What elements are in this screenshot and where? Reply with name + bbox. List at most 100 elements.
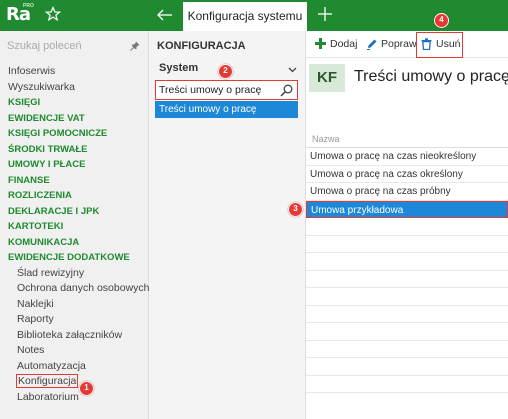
table-cell-nazwa: Umowa przykładowa	[311, 204, 404, 216]
sidebar-item-laboratorium[interactable]: Laboratorium	[8, 390, 148, 406]
table-row-empty	[306, 288, 508, 306]
pencil-icon	[367, 39, 377, 50]
sidebar-item-label: Infoserwis	[8, 65, 56, 77]
step-badge-4: 4	[434, 13, 449, 28]
table-row-empty	[306, 236, 508, 253]
sidebar-item-ochrona-danych[interactable]: Ochrona danych osobowych	[8, 281, 150, 297]
step-badge-2: 2	[218, 64, 233, 79]
column-header-nazwa: Nazwa	[312, 134, 340, 144]
config-search-value: Treści umowy o pracę	[159, 84, 262, 96]
pin-icon[interactable]	[130, 41, 140, 51]
add-button[interactable]: Dodaj	[315, 37, 359, 53]
table-row-empty	[306, 306, 508, 323]
sidebar-item-ksiegi[interactable]: KSIĘGI	[8, 95, 148, 111]
sidebar-item-label: UMOWY I PŁACE	[8, 159, 86, 170]
config-search-result-label: Treści umowy o pracę	[159, 104, 257, 115]
sidebar-item-umowy-i-place[interactable]: UMOWY I PŁACE	[8, 157, 148, 173]
sidebar-nav: Infoserwis Wyszukiwarka KSIĘGI EWIDENCJE…	[8, 64, 150, 406]
app-logo: Ra PRO	[6, 3, 34, 26]
tab-label: Konfiguracja systemu	[187, 9, 303, 23]
config-search-input[interactable]: Treści umowy o pracę	[155, 80, 298, 100]
logo-pro-label: PRO	[23, 3, 34, 9]
sidebar-item-automatyzacja[interactable]: Automatyzacja	[8, 359, 148, 375]
delete-button[interactable]: Usuń	[416, 32, 463, 58]
new-tab-plus-icon[interactable]	[317, 6, 333, 22]
step-badge-1: 1	[79, 381, 94, 396]
table-cell-nazwa: Umowa o pracę na czas określony	[310, 168, 463, 180]
sidebar-item-label: Konfiguracja	[15, 374, 79, 388]
star-icon[interactable]	[45, 6, 61, 22]
tab-konfiguracja-systemu[interactable]: Konfiguracja systemu	[183, 2, 307, 31]
sidebar-item-ewidencje-vat[interactable]: EWIDENCJE VAT	[8, 111, 148, 127]
sidebar-item-label: Ślad rewizyjny	[17, 266, 85, 279]
sidebar-item-label: Ochrona danych osobowych	[17, 282, 150, 294]
sidebar-item-infoserwis[interactable]: Infoserwis	[8, 64, 148, 80]
sidebar-item-label: ROZLICZENIA	[8, 190, 72, 201]
table-cell-nazwa: Umowa o pracę na czas nieokreślony	[310, 151, 477, 162]
table-row-empty	[306, 358, 508, 376]
sidebar-item-label: DEKLARACJE I JPK	[8, 205, 100, 217]
chevron-down-icon	[288, 67, 297, 73]
sidebar-item-wyszukiwarka[interactable]: Wyszukiwarka	[8, 80, 148, 96]
sidebar-item-label: KARTOTEKI	[8, 221, 64, 232]
table-row[interactable]: Umowa o pracę na czas próbny	[306, 183, 508, 201]
table-row-empty	[306, 271, 508, 288]
sidebar-item-ewidencje-dodatkowe[interactable]: EWIDENCJE DODATKOWE	[8, 250, 148, 266]
command-search-input[interactable]: Szukaj poleceń	[7, 40, 142, 54]
sidebar-item-label: Automatyzacja	[17, 359, 86, 372]
sidebar-item-label: EWIDENCJE VAT	[8, 112, 85, 124]
config-panel-title: KONFIGURACJA	[157, 40, 246, 52]
sidebar-item-ksiegi-pomocnicze[interactable]: KSIĘGI POMOCNICZE	[8, 126, 148, 142]
table-row-empty	[306, 323, 508, 341]
sidebar-item-label: KOMUNIKACJA	[8, 236, 80, 248]
sidebar-item-naklejki[interactable]: Naklejki	[8, 297, 148, 313]
add-button-label: Dodaj	[330, 38, 358, 50]
delete-button-label: Usuń	[436, 38, 461, 50]
table-row-empty	[306, 341, 508, 358]
sidebar-item-label: Notes	[17, 344, 45, 356]
sidebar-item-label: ŚRODKI TRWAŁE	[8, 143, 88, 155]
system-section-label: System	[159, 62, 199, 74]
sidebar-item-label: FINANSE	[8, 174, 50, 186]
table-row[interactable]: Umowa o pracę na czas określony	[306, 166, 508, 183]
sidebar: Szukaj poleceń Infoserwis Wyszukiwarka K…	[0, 31, 150, 419]
plus-icon	[315, 38, 326, 49]
sidebar-item-finanse[interactable]: FINANSE	[8, 173, 148, 189]
top-bar: Ra PRO Konfiguracja systemu	[0, 0, 508, 31]
sidebar-item-srodki-trwale[interactable]: ŚRODKI TRWAŁE	[8, 142, 148, 158]
sidebar-item-biblioteka-zalacznikow[interactable]: Biblioteka załączników	[8, 328, 148, 344]
back-arrow-icon[interactable]	[157, 7, 173, 23]
sidebar-item-label: Biblioteka załączników	[17, 328, 123, 341]
table-row[interactable]: Umowa o pracę na czas nieokreślony	[306, 148, 508, 166]
step-badge-3: 3	[288, 202, 303, 217]
trash-icon	[421, 38, 432, 50]
table-cell-nazwa: Umowa o pracę na czas próbny	[310, 186, 451, 197]
table-header[interactable]: Nazwa	[306, 130, 508, 148]
search-placeholder: Szukaj poleceń	[7, 40, 82, 52]
table-row-empty	[306, 253, 508, 271]
sidebar-item-label: Naklejki	[17, 297, 54, 310]
sidebar-item-label: Raporty	[17, 313, 54, 325]
sidebar-item-label: Wyszukiwarka	[8, 80, 75, 93]
sidebar-item-deklaracje-i-jpk[interactable]: DEKLARACJE I JPK	[8, 204, 148, 220]
sidebar-item-rozliczenia[interactable]: ROZLICZENIA	[8, 188, 148, 204]
main-toolbar: Dodaj Popraw Usuń	[306, 31, 508, 58]
sidebar-item-raporty[interactable]: Raporty	[8, 312, 148, 328]
sidebar-item-komunikacja[interactable]: KOMUNIKACJA	[8, 235, 148, 251]
edit-button[interactable]: Popraw	[366, 37, 417, 53]
config-search-result[interactable]: Treści umowy o pracę	[155, 101, 298, 118]
sidebar-item-kartoteki[interactable]: KARTOTEKI	[8, 219, 148, 235]
sidebar-item-label: KSIĘGI POMOCNICZE	[8, 128, 108, 139]
table-row-selected[interactable]: Umowa przykładowa	[306, 200, 508, 218]
sidebar-item-label: KSIĘGI	[8, 97, 41, 108]
sidebar-item-label: EWIDENCJE DODATKOWE	[8, 252, 130, 263]
table-row-empty	[306, 376, 508, 393]
table-row-empty	[306, 218, 508, 236]
search-icon[interactable]	[280, 84, 293, 97]
sidebar-item-slad-rewizyjny[interactable]: Ślad rewizyjny	[8, 266, 148, 282]
sidebar-item-label: Laboratorium	[17, 390, 79, 403]
document-title: Treści umowy o pracę	[354, 68, 508, 85]
contract-templates-table: Nazwa Umowa o pracę na czas nieokreślony…	[306, 130, 508, 393]
sidebar-item-konfiguracja[interactable]: Konfiguracja	[8, 374, 148, 390]
sidebar-item-notes[interactable]: Notes	[8, 343, 148, 359]
